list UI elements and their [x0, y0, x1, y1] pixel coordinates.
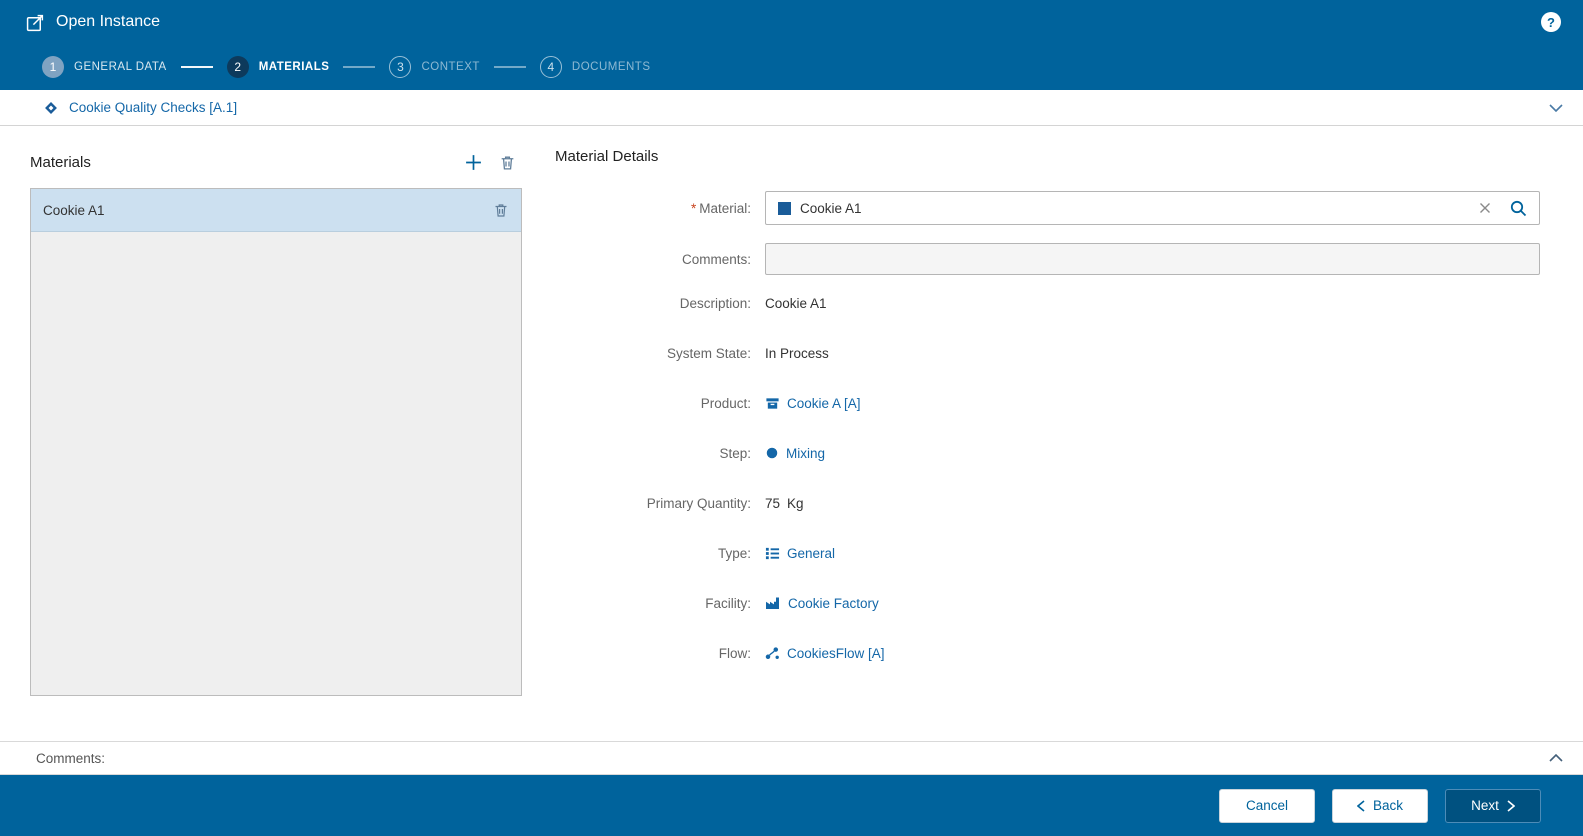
- material-details-title: Material Details: [555, 148, 659, 165]
- material-input-value: Cookie A1: [800, 200, 862, 216]
- wizard-step-documents[interactable]: 4 DOCUMENTS: [539, 56, 651, 78]
- clear-x-icon[interactable]: [1479, 202, 1491, 214]
- step-label: CONTEXT: [421, 61, 480, 73]
- add-icon[interactable]: [464, 153, 483, 172]
- materials-panel-title: Materials: [30, 153, 91, 171]
- chevron-down-icon[interactable]: [1549, 103, 1563, 112]
- step-connector: [343, 66, 376, 68]
- field-label: Step:: [719, 445, 751, 461]
- type-link[interactable]: General: [787, 546, 835, 561]
- step-link[interactable]: Mixing: [786, 446, 825, 461]
- type-icon: [765, 546, 780, 561]
- step-label: DOCUMENTS: [571, 61, 651, 73]
- material-item-label: Cookie A1: [43, 202, 105, 218]
- title-bar: Open Instance ?: [0, 0, 1583, 44]
- material-icon: [778, 201, 791, 215]
- product-icon: [765, 396, 780, 411]
- instance-name[interactable]: Cookie Quality Checks [A.1]: [69, 100, 237, 115]
- wizard-step-general-data[interactable]: 1 GENERAL DATA: [42, 56, 167, 78]
- footer-bar: Cancel Back Next: [0, 775, 1583, 836]
- flow-link[interactable]: CookiesFlow [A]: [787, 646, 885, 661]
- list-item[interactable]: Cookie A1: [31, 189, 521, 232]
- wizard-step-context[interactable]: 3 CONTEXT: [389, 56, 479, 78]
- step-label: GENERAL DATA: [74, 61, 167, 73]
- primary-quantity-value: 75: [765, 495, 781, 511]
- chevron-right-icon: [1507, 799, 1515, 812]
- page-title: Open Instance: [56, 13, 161, 30]
- step-connector: [180, 66, 213, 68]
- field-label: System State:: [666, 345, 751, 361]
- wizard-step-materials[interactable]: 2 MATERIALS: [226, 56, 330, 78]
- detail-row-type: Type: General: [555, 543, 1540, 563]
- field-label: Primary Quantity:: [646, 495, 751, 511]
- step-icon: [765, 446, 779, 460]
- detail-row-step: Step: Mixing: [555, 443, 1540, 463]
- step-number: 2: [226, 56, 249, 78]
- trash-icon[interactable]: [493, 202, 509, 218]
- step-number: 3: [389, 56, 412, 78]
- material-field-row: * Material: Cookie A1: [555, 191, 1540, 225]
- comments-section-label: Comments:: [36, 750, 106, 766]
- materials-panel-header: Materials: [30, 144, 522, 180]
- step-connector: [493, 66, 526, 68]
- chevron-up-icon[interactable]: [1549, 754, 1563, 762]
- instance-bar: Cookie Quality Checks [A.1]: [0, 90, 1583, 126]
- instance-diamond-icon: [44, 101, 58, 115]
- next-button-label: Next: [1471, 798, 1499, 813]
- field-label: Flow:: [718, 645, 751, 661]
- detail-row-primary-quantity: Primary Quantity: 75 Kg: [555, 493, 1540, 513]
- system-state-value: In Process: [765, 345, 829, 361]
- cancel-button-label: Cancel: [1245, 798, 1289, 813]
- back-button-label: Back: [1372, 798, 1403, 813]
- field-label: Comments:: [681, 251, 751, 267]
- comments-input[interactable]: [765, 243, 1540, 275]
- search-icon[interactable]: [1509, 199, 1527, 217]
- next-button[interactable]: Next: [1445, 788, 1541, 823]
- step-number: 1: [42, 56, 64, 78]
- help-icon[interactable]: ?: [1541, 12, 1561, 32]
- trash-icon[interactable]: [499, 154, 516, 171]
- detail-row-description: Description: Cookie A1: [555, 293, 1540, 313]
- material-details-panel: Material Details * Material: Cookie A1 C…: [555, 148, 1540, 693]
- facility-link[interactable]: Cookie Factory: [788, 596, 879, 611]
- comments-section-bar: Comments:: [0, 741, 1583, 775]
- field-label: Product:: [700, 395, 751, 411]
- comments-field-row: Comments:: [555, 243, 1540, 275]
- description-value: Cookie A1: [765, 295, 827, 311]
- open-instance-dialog: Open Instance ? 1 GENERAL DATA 2 MATERIA…: [0, 0, 1583, 836]
- open-instance-icon: [26, 13, 45, 32]
- wizard-steps: 1 GENERAL DATA 2 MATERIALS 3 CONTEXT 4 D…: [0, 44, 1583, 90]
- material-input[interactable]: Cookie A1: [765, 191, 1540, 225]
- step-number: 4: [539, 56, 562, 78]
- chevron-left-icon: [1356, 799, 1365, 812]
- materials-list: Cookie A1: [30, 188, 522, 696]
- field-label: Facility:: [705, 595, 751, 611]
- field-label: Description:: [679, 295, 751, 311]
- back-button[interactable]: Back: [1332, 788, 1428, 823]
- step-label: MATERIALS: [258, 61, 330, 73]
- field-label: * Material:: [690, 200, 751, 216]
- detail-row-flow: Flow: CookiesFlow [A]: [555, 643, 1540, 663]
- field-label: Type:: [717, 545, 751, 561]
- main-content: Materials Cookie A1 Material Details * M…: [0, 126, 1583, 741]
- cancel-button[interactable]: Cancel: [1219, 788, 1315, 823]
- materials-panel: Materials Cookie A1: [30, 144, 522, 696]
- facility-icon: [765, 595, 781, 611]
- detail-row-system-state: System State: In Process: [555, 343, 1540, 363]
- detail-row-product: Product: Cookie A [A]: [555, 393, 1540, 413]
- flow-icon: [765, 646, 780, 661]
- required-marker: *: [690, 200, 697, 216]
- primary-quantity-unit: Kg: [787, 495, 804, 511]
- detail-row-facility: Facility: Cookie Factory: [555, 593, 1540, 613]
- product-link[interactable]: Cookie A [A]: [787, 396, 861, 411]
